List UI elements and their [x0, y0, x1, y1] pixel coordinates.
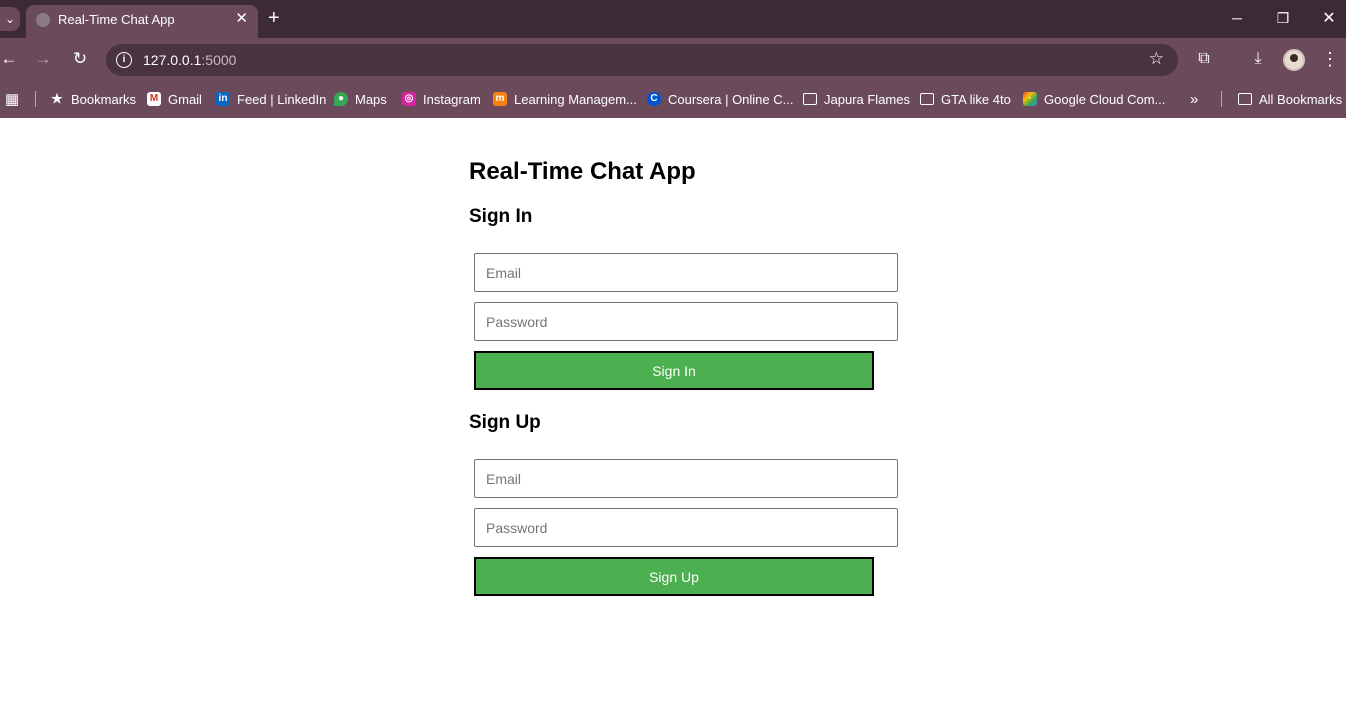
bookmark-item[interactable]: · Google Cloud Com...	[1023, 90, 1165, 108]
folder-icon	[803, 93, 817, 105]
restore-icon[interactable]: ❐	[1271, 6, 1295, 30]
divider	[1221, 91, 1222, 107]
bookmark-item[interactable]: ★ Bookmarks	[50, 90, 136, 108]
globe-icon	[36, 13, 50, 27]
signin-button[interactable]: Sign In	[474, 351, 874, 390]
tab-search-button[interactable]: ⌄	[0, 7, 20, 31]
forward-icon[interactable]: →	[31, 47, 55, 71]
browser-toolbar: ← → ↻ i 127.0.0.1:5000 ☆ ⧉ ⤓ ⋮	[0, 38, 1346, 80]
google-cloud-icon: ·	[1023, 92, 1037, 106]
close-tab-icon[interactable]: ✕	[235, 9, 248, 27]
linkedin-icon: in	[216, 92, 230, 106]
bookmark-item[interactable]: ● Maps	[334, 90, 387, 108]
bookmark-item[interactable]: M Gmail	[147, 90, 202, 108]
bookmark-star-icon[interactable]: ☆	[1149, 49, 1164, 69]
signin-heading: Sign In	[469, 206, 533, 227]
maps-icon: ●	[334, 92, 348, 106]
signin-password-input[interactable]	[474, 302, 898, 341]
tab-strip: ⌄ Real-Time Chat App ✕ + ─ ❐ ✕	[0, 0, 1346, 38]
folder-icon	[1238, 93, 1252, 105]
chevron-down-icon: ⌄	[4, 12, 16, 26]
signup-heading: Sign Up	[469, 412, 541, 433]
active-tab[interactable]: Real-Time Chat App ✕	[26, 5, 258, 38]
url-text: 127.0.0.1:5000	[143, 52, 237, 68]
bookmarks-bar: ▦ ★ Bookmarks M Gmail in Feed | LinkedIn ● M…	[0, 80, 1346, 118]
coursera-icon: C	[647, 92, 661, 106]
bookmark-folder[interactable]: GTA like 4to	[920, 90, 1011, 108]
apps-icon[interactable]: ▦	[5, 90, 19, 108]
more-bookmarks-icon[interactable]: »	[1190, 90, 1198, 108]
extensions-icon[interactable]: ⧉	[1192, 47, 1216, 71]
signup-email-input[interactable]	[474, 459, 898, 498]
instagram-icon: ◎	[402, 92, 416, 106]
reload-icon[interactable]: ↻	[68, 47, 92, 71]
signup-password-input[interactable]	[474, 508, 898, 547]
site-info-icon[interactable]: i	[116, 52, 132, 68]
star-icon: ★	[51, 91, 63, 106]
tab-title: Real-Time Chat App	[58, 12, 175, 27]
close-window-icon[interactable]: ✕	[1317, 6, 1341, 30]
menu-icon[interactable]: ⋮	[1318, 47, 1342, 71]
address-bar[interactable]: i 127.0.0.1:5000 ☆	[106, 44, 1178, 76]
bookmark-item[interactable]: m Learning Managem...	[493, 90, 637, 108]
divider	[35, 91, 36, 107]
download-icon[interactable]: ⤓	[1246, 47, 1270, 71]
bookmark-folder[interactable]: Japura Flames	[803, 90, 910, 108]
bookmark-item[interactable]: ◎ Instagram	[402, 90, 481, 108]
all-bookmarks-button[interactable]: All Bookmarks	[1238, 90, 1342, 108]
signin-email-input[interactable]	[474, 253, 898, 292]
bookmark-item[interactable]: C Coursera | Online C...	[647, 90, 793, 108]
signup-button[interactable]: Sign Up	[474, 557, 874, 596]
minimize-icon[interactable]: ─	[1225, 6, 1249, 30]
back-icon[interactable]: ←	[0, 47, 21, 71]
new-tab-button[interactable]: +	[268, 6, 280, 30]
page-title: Real-Time Chat App	[469, 158, 696, 185]
bookmark-item[interactable]: in Feed | LinkedIn	[216, 90, 326, 108]
folder-icon	[920, 93, 934, 105]
profile-avatar[interactable]	[1283, 49, 1305, 71]
moodle-icon: m	[493, 92, 507, 106]
gmail-icon: M	[147, 92, 161, 106]
